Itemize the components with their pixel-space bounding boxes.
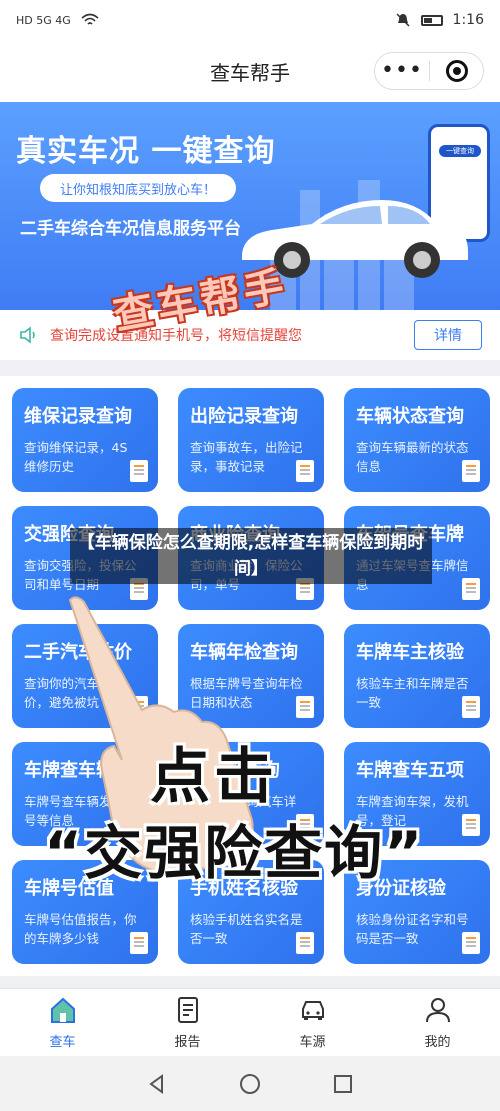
- app-screen: HD 5G 4G 1:16 查车帮手 ••• 真实车况 一键查询 让你知根知底买…: [0, 0, 500, 1111]
- mini-program-capsule: •••: [374, 52, 484, 90]
- card-desc: 核验手机姓名实名是否一致: [190, 912, 303, 946]
- user-icon: [425, 998, 450, 1023]
- status-left: HD 5G 4G: [16, 13, 99, 27]
- tab-label: 车源: [299, 1035, 326, 1050]
- phone-query-button: 一键查询: [439, 145, 481, 157]
- wifi-icon: [81, 13, 99, 25]
- speaker-icon: [20, 326, 35, 344]
- report-icon: [177, 997, 198, 1023]
- card-desc: 核验身份证名字和号码是否一致: [356, 912, 469, 946]
- document-icon: [296, 460, 314, 482]
- card-desc: 查询车辆最新的状态信息: [356, 440, 469, 474]
- tab-mine[interactable]: 我的: [375, 989, 500, 1056]
- card-owner-verification[interactable]: 车牌车主核验 核验车主和车牌是否一致: [344, 624, 490, 728]
- document-icon: [462, 932, 480, 954]
- recents-icon[interactable]: [332, 1073, 354, 1095]
- document-icon: [462, 578, 480, 600]
- close-mini-program-button[interactable]: [430, 60, 483, 82]
- instruction-line-2: “交强险查询”: [44, 819, 425, 887]
- card-desc: 查询维保记录，4S维修历史: [24, 440, 128, 474]
- tab-report[interactable]: 报告: [125, 989, 250, 1056]
- card-vehicle-status[interactable]: 车辆状态查询 查询车辆最新的状态信息: [344, 388, 490, 492]
- card-maintenance-record[interactable]: 维保记录查询 查询维保记录，4S维修历史: [12, 388, 158, 492]
- card-desc: 查询事故车，出险记录，事故记录: [190, 440, 303, 474]
- bottom-tab-bar: 查车 报告 车源 我的: [0, 988, 500, 1056]
- banner-headline: 真实车况 一键查询: [16, 134, 276, 169]
- status-bar: HD 5G 4G 1:16: [0, 0, 500, 40]
- document-icon: [462, 814, 480, 836]
- home-icon: [50, 997, 75, 1023]
- document-icon: [130, 460, 148, 482]
- instruction-line-1: 点击: [150, 742, 278, 812]
- tab-label: 报告: [174, 1035, 201, 1050]
- target-icon: [445, 60, 468, 82]
- card-desc: 核验车主和车牌是否一致: [356, 676, 469, 710]
- tab-check-car[interactable]: 查车: [0, 989, 125, 1056]
- tab-car-source[interactable]: 车源: [250, 989, 375, 1056]
- detail-button[interactable]: 详情: [414, 320, 482, 350]
- banner-pill: 让你知根知底买到放心车！: [40, 174, 236, 202]
- document-icon: [130, 932, 148, 954]
- article-caption: 【车辆保险怎么查期限,怎样查车辆保险到期时间】: [70, 528, 432, 584]
- card-accident-record[interactable]: 出险记录查询 查询事故车，出险记录，事故记录: [178, 388, 324, 492]
- document-icon: [296, 696, 314, 718]
- card-title: 车辆状态查询: [356, 406, 464, 427]
- mute-icon: [396, 13, 410, 27]
- document-icon: [296, 932, 314, 954]
- status-right: 1:16: [395, 12, 484, 28]
- home-circle-icon[interactable]: [239, 1073, 261, 1095]
- document-icon: [462, 696, 480, 718]
- document-icon: [462, 460, 480, 482]
- back-icon[interactable]: [146, 1073, 168, 1095]
- card-desc: 车牌号估值报告，你的车牌多少钱: [24, 912, 137, 946]
- page-title: 查车帮手: [210, 60, 290, 85]
- tab-label: 查车: [49, 1035, 76, 1050]
- more-dots-icon[interactable]: •••: [375, 53, 429, 89]
- banner-subtitle: 二手车综合车况信息服务平台: [20, 219, 241, 239]
- card-title: 车牌车主核验: [356, 642, 464, 663]
- tab-label: 我的: [424, 1035, 451, 1050]
- card-title: 出险记录查询: [190, 406, 298, 427]
- network-indicator: HD 5G 4G: [16, 13, 71, 27]
- car-icon: [301, 1001, 324, 1020]
- system-nav-bar: [0, 1056, 500, 1111]
- status-time: 1:16: [452, 12, 484, 28]
- card-title: 车牌查车五项: [356, 760, 464, 781]
- battery-icon: [420, 14, 443, 26]
- card-title: 维保记录查询: [24, 406, 132, 427]
- app-header: 查车帮手 •••: [0, 40, 500, 102]
